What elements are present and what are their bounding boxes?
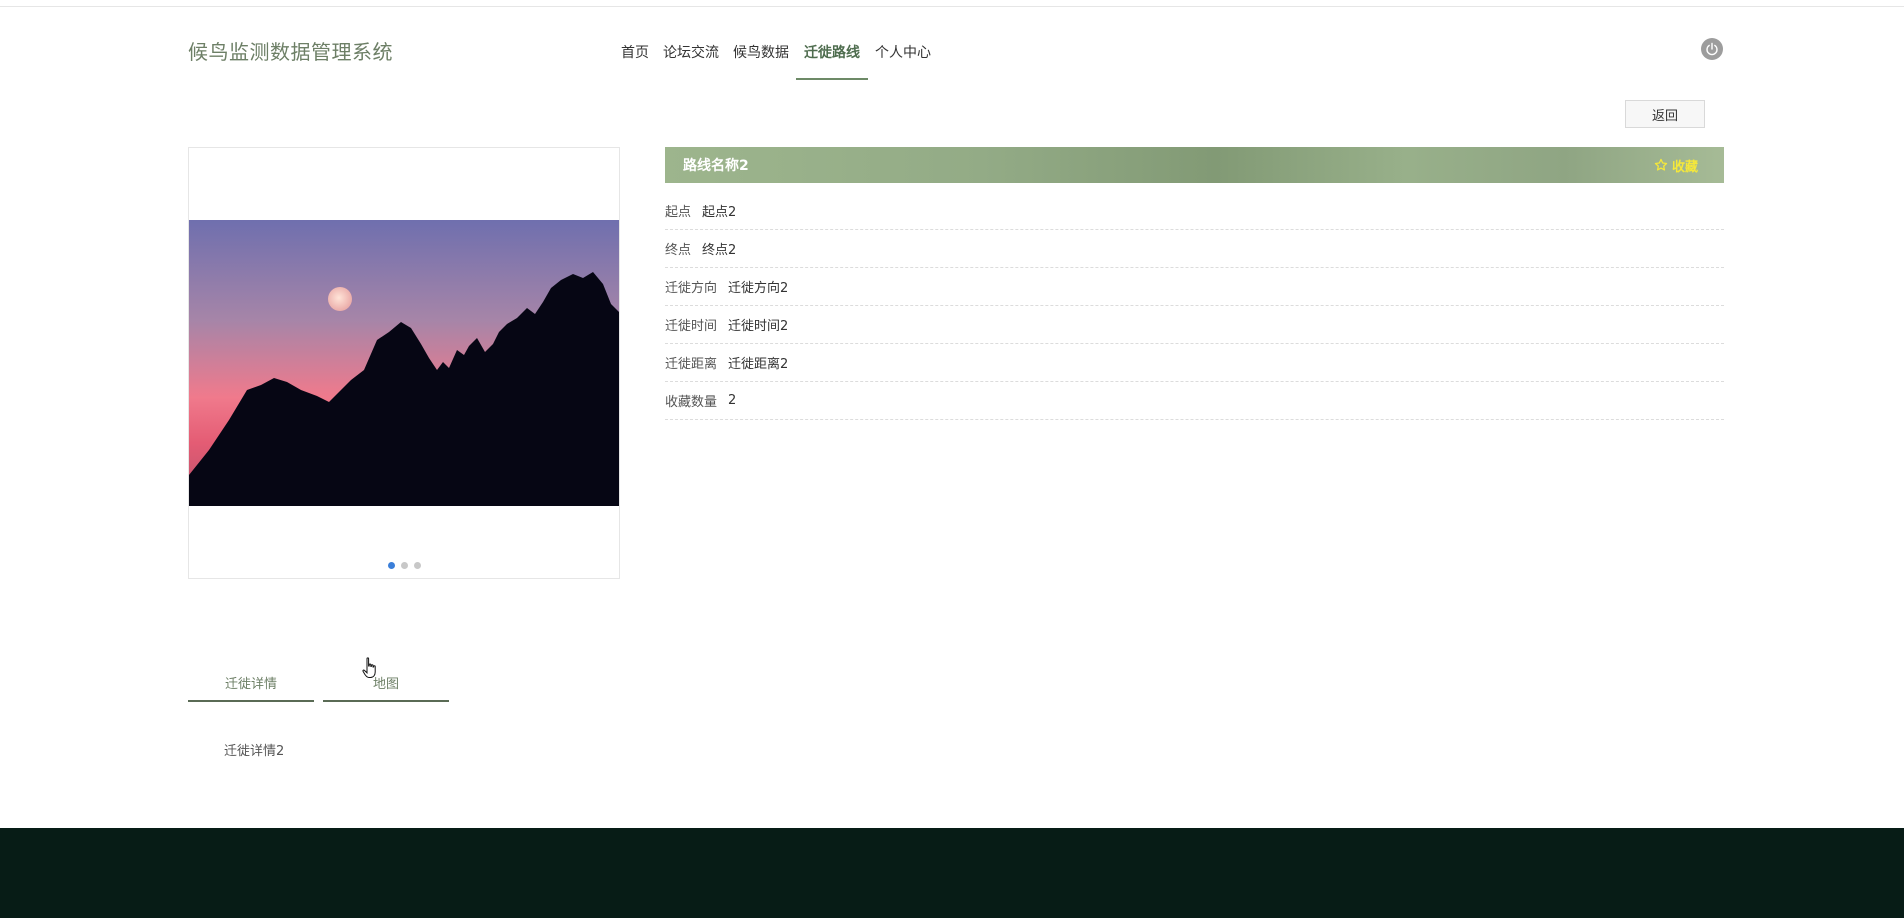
info-label: 迁徙方向 bbox=[665, 281, 718, 296]
nav-item-forum[interactable]: 论坛交流 bbox=[656, 32, 726, 80]
tab-content: 迁徙详情2 bbox=[224, 744, 285, 759]
info-label: 终点 bbox=[665, 243, 692, 258]
detail-tabs: 迁徙详情 地图 bbox=[188, 665, 449, 702]
info-row-distance: 迁徙距离 迁徙距离2 bbox=[665, 344, 1724, 382]
star-icon bbox=[1654, 158, 1668, 171]
site-title: 候鸟监测数据管理系统 bbox=[188, 40, 393, 64]
info-value: 2 bbox=[728, 393, 737, 408]
info-row-start: 起点 起点2 bbox=[665, 192, 1724, 230]
tab-migration-details[interactable]: 迁徙详情 bbox=[188, 665, 314, 702]
info-label: 起点 bbox=[665, 205, 692, 220]
detail-header: 路线名称2 收藏 bbox=[665, 147, 1724, 183]
power-icon bbox=[1706, 42, 1718, 56]
info-value: 终点2 bbox=[702, 243, 737, 258]
footer bbox=[0, 828, 1904, 918]
info-value: 迁徙距离2 bbox=[728, 357, 789, 372]
carousel-dot-1[interactable] bbox=[387, 562, 395, 569]
image-carousel[interactable] bbox=[188, 147, 620, 579]
logout-button[interactable] bbox=[1701, 38, 1723, 60]
favorite-button[interactable]: 收藏 bbox=[1654, 156, 1698, 175]
route-info-list: 起点 起点2 终点 终点2 迁徙方向 迁徙方向2 迁徙时间 迁徙时间2 迁徙距离… bbox=[665, 192, 1724, 420]
mountain-sunset-image bbox=[189, 220, 619, 506]
main-nav: 首页 论坛交流 候鸟数据 迁徙路线 个人中心 bbox=[614, 32, 938, 80]
nav-item-home[interactable]: 首页 bbox=[614, 32, 656, 80]
tab-map[interactable]: 地图 bbox=[323, 665, 449, 702]
pointer-cursor-icon bbox=[362, 657, 376, 678]
info-row-direction: 迁徙方向 迁徙方向2 bbox=[665, 268, 1724, 306]
top-divider bbox=[0, 6, 1904, 7]
info-row-end: 终点 终点2 bbox=[665, 230, 1724, 268]
carousel-indicators bbox=[189, 562, 619, 569]
nav-item-migration-routes[interactable]: 迁徙路线 bbox=[796, 32, 868, 80]
nav-item-bird-data[interactable]: 候鸟数据 bbox=[726, 32, 796, 80]
info-row-time: 迁徙时间 迁徙时间2 bbox=[665, 306, 1724, 344]
page: 候鸟监测数据管理系统 首页 论坛交流 候鸟数据 迁徙路线 个人中心 返回 路线名… bbox=[0, 0, 1904, 918]
info-label: 迁徙距离 bbox=[665, 357, 718, 372]
info-row-favorites: 收藏数量 2 bbox=[665, 382, 1724, 420]
back-button[interactable]: 返回 bbox=[1625, 100, 1705, 128]
carousel-dot-3[interactable] bbox=[413, 562, 421, 569]
nav-item-profile[interactable]: 个人中心 bbox=[868, 32, 938, 80]
carousel-image bbox=[189, 220, 619, 506]
info-value: 迁徙方向2 bbox=[728, 281, 789, 296]
route-name: 路线名称2 bbox=[683, 158, 749, 174]
info-value: 迁徙时间2 bbox=[728, 319, 789, 334]
favorite-label: 收藏 bbox=[1671, 159, 1698, 175]
info-value: 起点2 bbox=[702, 205, 737, 220]
info-label: 迁徙时间 bbox=[665, 319, 718, 334]
info-label: 收藏数量 bbox=[665, 395, 718, 410]
carousel-dot-2[interactable] bbox=[400, 562, 408, 569]
